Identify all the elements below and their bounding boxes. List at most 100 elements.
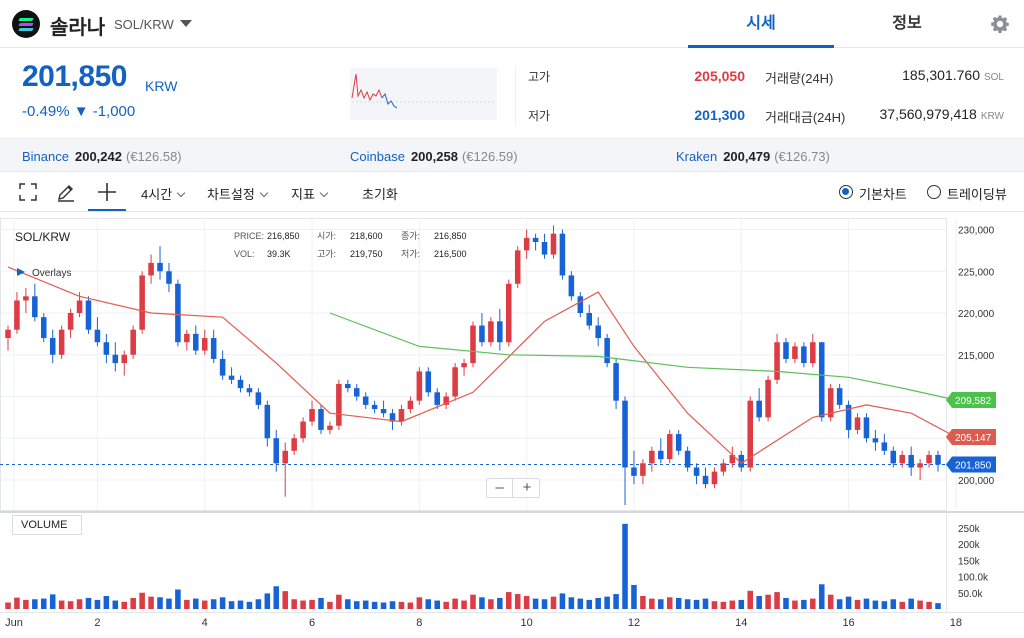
chevron-down-icon [319,188,329,198]
volume-bars [5,523,941,609]
price-chart[interactable]: 230,000225,000220,000215,000210,000205,0… [0,212,1024,638]
exchange-eur: (€126.73) [774,149,830,164]
volume-bar [398,601,405,609]
candle-body [899,454,906,464]
y-tick-label: 225,000 [958,267,995,278]
x-tick-label: 2 [94,617,100,629]
gear-icon[interactable] [990,14,1010,34]
volume-bar [479,597,485,609]
chart-settings-select[interactable]: 차트설정 [207,184,269,203]
radio-tradingview-label[interactable]: 트레이딩뷰 [947,184,1007,203]
candle-body [461,363,467,368]
candle-body [228,375,235,380]
candle-body [640,463,646,476]
zoom-out-button[interactable]: – [487,479,513,497]
x-tick-label: 18 [950,617,962,629]
fullscreen-icon[interactable] [18,182,38,202]
low-label: 저가 [528,109,551,123]
zoom-in-button[interactable]: + [514,479,540,497]
draw-pencil-icon[interactable] [56,182,76,202]
exchange-kraken[interactable]: Kraken 200,479 (€126.73) [676,149,830,164]
legend-close-label: 종가: [401,231,420,241]
volume-bar [157,597,163,609]
summary-divider [515,66,516,126]
volume-bar [836,599,843,609]
volume-bar [818,584,825,609]
volume-bar [774,592,780,609]
candle-body [666,434,673,460]
candle-body [353,388,360,397]
volume-24h: 185,301.760 SOL [840,67,1004,83]
volume-bar [792,600,798,609]
volume-bar [845,596,852,609]
volume-bar [112,600,119,609]
volume-bar [219,597,226,609]
candle-body [237,379,244,389]
candle-body [702,475,709,485]
candle-body [148,262,154,276]
radio-basic-chart[interactable] [839,185,853,199]
volume-bar [666,597,673,609]
volume-bar [559,593,566,609]
volume-bar [148,596,154,609]
volume-bar [255,599,262,609]
candle-body [398,409,405,422]
volume-bar [810,598,816,609]
volume-bar [353,601,360,609]
candle-body [273,438,280,464]
coin-header: 솔라나 SOL/KRW 시세 정보 [0,0,1024,48]
exchange-price: 200,479 [723,149,771,164]
x-tick-label: 4 [202,617,208,629]
volume-bar [765,594,771,609]
candle-body [818,342,825,418]
chart-settings-label: 차트설정 [207,187,255,202]
volume-bar [94,599,101,609]
play-icon[interactable] [17,268,25,276]
volume-bar [568,597,575,609]
volume-bar [14,597,20,609]
candle-body [917,463,923,468]
volume-bar [890,599,897,609]
volume-bar [917,600,923,609]
candle-body [452,367,458,397]
volume-bar [103,596,110,609]
volume-bar [201,600,208,609]
indicators-label: 지표 [291,187,315,202]
candlesticks [5,225,941,506]
volume-bar [40,598,47,609]
volume-bar [5,602,11,609]
volume-24h-value: 185,301.760 [902,67,980,83]
volume-bar [443,601,449,609]
interval-select[interactable]: 4시간 [141,184,186,203]
candle-body [219,358,226,376]
volume-tick-label: 150k [958,556,981,567]
exchange-name: Kraken [676,149,718,164]
candle-body [371,404,378,410]
candle-body [58,329,65,355]
moving-averages [7,266,957,465]
radio-tradingview[interactable] [927,185,941,199]
crosshair-icon[interactable] [97,182,117,202]
y-tick-label: 215,000 [958,351,995,362]
candle-body [595,325,601,339]
coin-select-dropdown-icon[interactable] [180,20,192,27]
candle-body [479,325,485,343]
indicators-select[interactable]: 지표 [291,184,329,203]
candle-body [488,321,494,343]
exchange-binance[interactable]: Binance 200,242 (€126.58) [22,149,182,164]
radio-basic-chart-label[interactable]: 기본차트 [859,184,907,203]
tab-info[interactable]: 정보 [834,0,980,48]
x-tick-label: 14 [735,617,747,629]
exchange-coinbase[interactable]: Coinbase 200,258 (€126.59) [350,149,518,164]
volume-bar [854,599,861,609]
reset-button[interactable]: 초기화 [362,184,398,203]
volume-bar [863,598,870,609]
overlays-toggle[interactable]: Overlays [32,268,71,279]
volume-unit: SOL [983,72,1004,83]
tab-quote[interactable]: 시세 [688,0,834,48]
exchange-name: Coinbase [350,149,405,164]
volume-bar [577,598,584,609]
candle-body [568,275,575,297]
candle-body [675,434,682,451]
volume-bar [470,594,476,609]
